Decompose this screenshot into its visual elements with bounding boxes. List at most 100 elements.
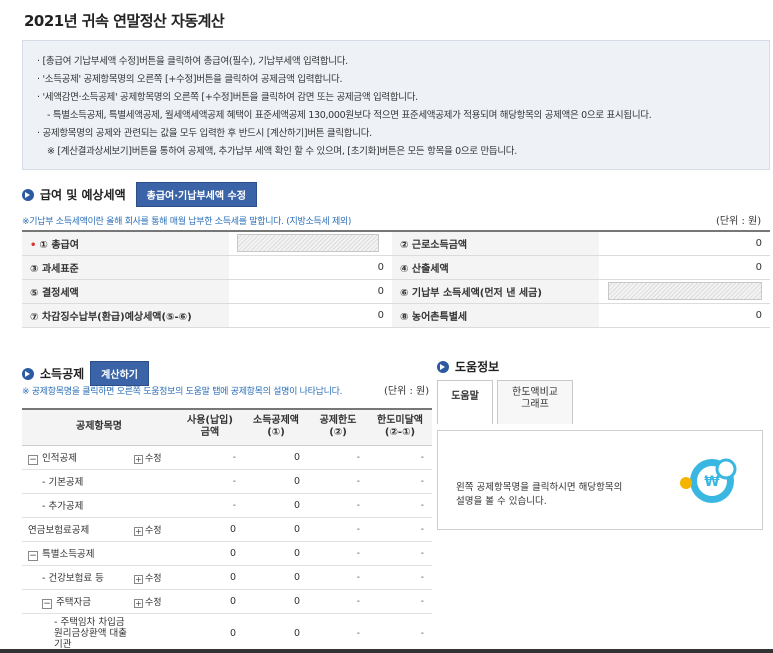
deduction-item-pension[interactable]: 연금보험료공제 (22, 517, 130, 542)
table-row: − 특별소득공제 0 0 - - (22, 541, 432, 566)
salary-unit: (단위 : 원) (716, 216, 762, 227)
diff-amount: - (368, 589, 432, 614)
used-amount: 0 (176, 565, 244, 590)
table-row: - 주택임차 차입금 원리금상환액 대출기관 0 0 - - (22, 613, 432, 653)
deduct-amount: 0 (244, 445, 308, 470)
deduction-item-health-insurance[interactable]: - 건강보험료 등 (22, 565, 130, 590)
calculated-tax-label: ④ 산출세액 (391, 255, 600, 280)
earned-income-label: ② 근로소득금액 (391, 231, 600, 256)
plus-icon: + (134, 526, 143, 536)
used-amount: 0 (176, 517, 244, 542)
plus-icon: + (134, 574, 143, 584)
col-header-deduct: 소득공제액 (①) (244, 409, 308, 446)
collapse-toggle-icon[interactable]: − (28, 550, 38, 561)
deduct-amount: 0 (244, 613, 308, 653)
earned-income-value: 0 (599, 231, 770, 256)
table-row: • ① 총급여 ② 근로소득금액 0 (22, 231, 770, 256)
instruction-line: · [총급여 기납부세액 수정]버튼을 클릭하여 총급여(필수), 기납부세액 … (37, 56, 348, 67)
determined-tax-value: 0 (229, 279, 392, 304)
section-bullet-icon (437, 360, 449, 373)
help-tabs: 도움말 한도액비교 그래프 (437, 380, 577, 424)
calculate-button[interactable]: 계산하기 (90, 361, 149, 386)
tax-base-value: 0 (229, 255, 392, 280)
deduction-section-title: 소득공제 (40, 367, 85, 381)
table-row: − 주택자금 + 수정 0 0 - - (22, 589, 432, 614)
determined-tax-label: ⑤ 결정세액 (22, 279, 230, 304)
used-amount: 0 (176, 589, 244, 614)
action-cell (130, 613, 176, 653)
rural-special-tax-value: 0 (599, 303, 770, 328)
edit-health-insurance-button[interactable]: + 수정 (130, 565, 176, 590)
plus-icon: + (134, 454, 143, 464)
plus-icon: + (134, 598, 143, 608)
salary-section-header: 급여 및 예상세액 총급여·기납부세액 수정 (22, 182, 257, 207)
instruction-line: · 공제항목명의 공제와 관련되는 값을 모두 입력한 후 반드시 [계산하기]… (37, 128, 372, 139)
diff-amount: - (368, 517, 432, 542)
limit-amount: - (308, 541, 368, 566)
table-header-row: 공제항목명 사용(납입) 금액 소득공제액 (①) 공제한도 (②) 한도미달액… (22, 409, 432, 446)
diff-amount: - (368, 445, 432, 470)
collapse-toggle-icon[interactable]: − (28, 454, 38, 465)
table-row: ③ 과세표준 0 ④ 산출세액 0 (22, 255, 770, 280)
total-salary-label: • ① 총급여 (22, 231, 230, 256)
total-salary-input[interactable] (237, 234, 380, 253)
deduction-item-lease-loan[interactable]: - 주택임차 차입금 원리금상환액 대출기관 (22, 613, 130, 653)
instruction-line: · '세액감면·소득공제' 공제항목명의 오른쪽 [+수정]버튼을 클릭하여 감… (37, 92, 418, 103)
tab-limit-graph[interactable]: 한도액비교 그래프 (497, 380, 573, 424)
deduction-item-basic[interactable]: - 기본공제 (22, 469, 130, 494)
table-row: - 기본공제 - 0 - - (22, 469, 432, 494)
limit-amount: - (308, 613, 368, 653)
col-header-limit: 공제한도 (②) (308, 409, 368, 446)
used-amount: - (176, 445, 244, 470)
limit-amount: - (308, 493, 368, 518)
edit-personal-button[interactable]: + 수정 (130, 445, 176, 470)
collapse-toggle-icon[interactable]: − (42, 598, 52, 609)
used-amount: 0 (176, 613, 244, 653)
table-row: - 건강보험료 등 + 수정 0 0 - - (22, 565, 432, 590)
col-header-diff: 한도미달액 (②-①) (368, 409, 432, 446)
diff-amount: - (368, 613, 432, 653)
col-header-used: 사용(납입) 금액 (176, 409, 244, 446)
deduction-item-additional[interactable]: - 추가공제 (22, 493, 130, 518)
edit-pension-button[interactable]: + 수정 (130, 517, 176, 542)
deduct-amount: 0 (244, 469, 308, 494)
deduct-amount: 0 (244, 493, 308, 518)
deduction-item-housing[interactable]: − 주택자금 (22, 589, 130, 614)
col-header-item: 공제항목명 (22, 409, 176, 446)
total-salary-field[interactable] (229, 231, 392, 256)
edit-housing-button[interactable]: + 수정 (130, 589, 176, 614)
deduct-amount: 0 (244, 589, 308, 614)
instruction-line: ※ [계산결과상세보기]버튼을 통하여 공제액, 추가납부 세액 확인 할 수 … (47, 146, 517, 157)
salary-section-title: 급여 및 예상세액 (40, 188, 126, 202)
salary-note: ※기납부 소득세액이란 올해 회사를 통해 매월 납부한 소득세를 말합니다. … (22, 217, 352, 227)
deduct-amount: 0 (244, 517, 308, 542)
bottom-edge (0, 649, 773, 653)
action-cell (130, 493, 176, 518)
tax-base-label: ③ 과세표준 (22, 255, 230, 280)
deduction-unit: (단위 : 원) (384, 386, 430, 397)
prepaid-tax-input[interactable] (608, 282, 762, 300)
calculated-tax-value: 0 (599, 255, 770, 280)
table-row: ⑦ 차감징수납부(환급)예상세액(⑤-⑥) 0 ⑧ 농어촌특별세 0 (22, 303, 770, 328)
diff-amount: - (368, 493, 432, 518)
tab-help[interactable]: 도움말 (437, 380, 493, 424)
table-row: 연금보험료공제 + 수정 0 0 - - (22, 517, 432, 542)
help-section-title: 도움정보 (455, 360, 500, 374)
won-symbol: ₩ (704, 474, 720, 490)
table-row: - 추가공제 - 0 - - (22, 493, 432, 518)
expected-refund-value: 0 (229, 303, 392, 328)
used-amount: - (176, 469, 244, 494)
deduction-section-header: 소득공제 계산하기 (22, 361, 149, 386)
instruction-line: · '소득공제' 공제항목명의 오른쪽 [+수정]버튼을 클릭하여 공제금액 입… (37, 74, 343, 85)
rural-special-tax-label: ⑧ 농어촌특별세 (391, 303, 600, 328)
limit-amount: - (308, 469, 368, 494)
page-title: 2021년 귀속 연말정산 자동계산 (24, 12, 225, 30)
deduction-item-special[interactable]: − 특별소득공제 (22, 541, 130, 566)
coin-magnifier-icon: ₩ (680, 458, 737, 503)
limit-amount: - (308, 517, 368, 542)
prepaid-tax-field[interactable] (599, 279, 770, 304)
deduction-item-personal[interactable]: − 인적공제 (22, 445, 130, 470)
limit-amount: - (308, 445, 368, 470)
deduct-amount: 0 (244, 565, 308, 590)
edit-salary-button[interactable]: 총급여·기납부세액 수정 (135, 182, 257, 207)
